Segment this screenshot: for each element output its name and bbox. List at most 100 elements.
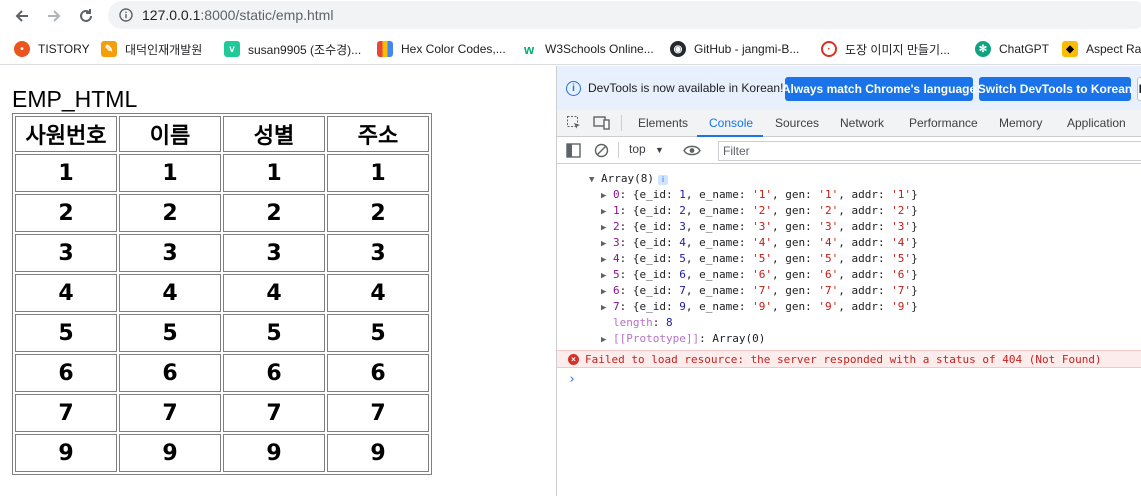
- console-array-item[interactable]: ▶ 4: {e_id: 5, e_name: '5', gen: '5', add…: [601, 252, 918, 268]
- bookmark-stamp[interactable]: · 도장 이미지 만들기...: [821, 40, 950, 58]
- item-eid: 5: [679, 252, 686, 265]
- employee-table: 사원번호 이름 성별 주소 1111 2222 3333 4444 5555 6…: [12, 113, 432, 475]
- item-addr: '7': [891, 284, 912, 297]
- expand-right-icon: ▶: [601, 191, 607, 201]
- table-cell: 2: [327, 194, 429, 232]
- bookmark-w3schools[interactable]: w W3Schools Online...: [521, 40, 654, 58]
- tab-memory[interactable]: Memory: [999, 116, 1042, 130]
- console-array-item[interactable]: ▶ 5: {e_id: 6, e_name: '6', gen: '6', add…: [601, 268, 918, 284]
- tab-sources[interactable]: Sources: [775, 116, 819, 130]
- tab-elements[interactable]: Elements: [638, 116, 688, 130]
- table-cell: 3: [15, 234, 117, 272]
- context-selector[interactable]: top ▼: [629, 142, 664, 156]
- eye-icon[interactable]: [683, 144, 701, 157]
- url-field[interactable]: 127.0.0.1:8000/static/emp.html: [108, 1, 1141, 29]
- item-ename: '2': [752, 204, 772, 217]
- item-addr: '4': [891, 236, 912, 249]
- console-array-header[interactable]: ▼ Array(8) i: [589, 172, 668, 188]
- info-badge-icon[interactable]: i: [657, 175, 668, 185]
- expand-right-icon: ▶: [601, 303, 607, 313]
- device-toolbar-icon[interactable]: [593, 115, 611, 131]
- chatgpt-icon: ✻: [975, 41, 991, 57]
- info-circle-icon[interactable]: [119, 8, 133, 22]
- expand-down-icon[interactable]: ▼: [589, 175, 601, 185]
- console-filter-input[interactable]: Filter: [718, 141, 1141, 161]
- sidebar-toggle-icon[interactable]: [566, 143, 581, 158]
- error-icon: ×: [568, 354, 579, 365]
- bookmark-label: Hex Color Codes,...: [401, 42, 506, 56]
- tab-console[interactable]: Console: [709, 116, 753, 130]
- item-gen: '3': [818, 220, 839, 233]
- bookmark-label: 대덕인재개발원: [125, 42, 203, 57]
- item-eid: 1: [679, 188, 686, 201]
- ddit-icon: ✎: [101, 41, 117, 57]
- w3schools-icon: w: [521, 41, 537, 57]
- clear-console-icon[interactable]: [594, 143, 609, 158]
- header-name: 이름: [119, 116, 221, 152]
- table-row: 5555: [15, 314, 429, 352]
- bookmark-aspect[interactable]: ◆ Aspect Ra: [1062, 40, 1141, 58]
- console-array-item[interactable]: ▶ 7: {e_id: 9, e_name: '9', gen: '9', add…: [601, 300, 918, 316]
- aspect-icon: ◆: [1062, 41, 1078, 57]
- console-array-item[interactable]: ▶ 2: {e_id: 3, e_name: '3', gen: '3', add…: [601, 220, 918, 236]
- table-cell: 4: [327, 274, 429, 312]
- url-path: :8000/static/emp.html: [200, 7, 334, 23]
- item-index: 7: [613, 300, 620, 313]
- console-length-row: length: 8: [613, 316, 673, 329]
- item-gen: '2': [818, 204, 839, 217]
- tab-application[interactable]: Application: [1067, 116, 1126, 130]
- reload-button[interactable]: [74, 4, 98, 28]
- console-array-item[interactable]: ▶ 0: {e_id: 1, e_name: '1', gen: '1', add…: [601, 188, 918, 204]
- inspect-element-icon[interactable]: [566, 115, 582, 131]
- header-address: 주소: [327, 116, 429, 152]
- table-row: 6666: [15, 354, 429, 392]
- console-output: ▼ Array(8) i ▶ 0: {e_id: 1, e_name: '1', ge…: [557, 164, 1141, 496]
- item-gen: '4': [818, 236, 839, 249]
- bookmark-ddit[interactable]: ✎ 대덕인재개발원: [101, 40, 202, 58]
- table-cell: 1: [15, 154, 117, 192]
- table-cell: 9: [15, 434, 117, 472]
- expand-right-icon: ▶: [601, 271, 607, 281]
- github-icon: ◉: [670, 41, 686, 57]
- bookmark-github[interactable]: ◉ GitHub - jangmi-B...: [670, 40, 799, 58]
- table-row: 1111: [15, 154, 429, 192]
- bookmark-label: TISTORY: [38, 42, 90, 56]
- always-match-language-button[interactable]: Always match Chrome's language: [782, 77, 976, 101]
- console-prompt-chevron-icon[interactable]: ›: [568, 372, 576, 387]
- switch-devtools-korean-button[interactable]: Switch DevTools to Korean: [978, 77, 1132, 101]
- bookmark-chatgpt[interactable]: ✻ ChatGPT: [975, 40, 1049, 58]
- table-cell: 3: [119, 234, 221, 272]
- item-addr: '6': [891, 268, 912, 281]
- header-gender: 성별: [223, 116, 325, 152]
- back-button[interactable]: [10, 4, 34, 28]
- tab-performance[interactable]: Performance: [909, 116, 978, 130]
- table-cell: 3: [327, 234, 429, 272]
- dont-show-again-button[interactable]: D: [1137, 77, 1141, 101]
- forward-button[interactable]: [42, 4, 66, 28]
- bookmark-label: susan9905 (조수경)...: [248, 42, 362, 57]
- item-index: 0: [613, 188, 620, 201]
- console-array-item[interactable]: ▶ 1: {e_id: 2, e_name: '2', gen: '2', add…: [601, 204, 918, 220]
- arrow-left-icon: [15, 10, 28, 22]
- bookmark-hexcolor[interactable]: Hex Color Codes,...: [377, 40, 506, 58]
- page-title: EMP_HTML: [12, 86, 138, 112]
- table-cell: 6: [119, 354, 221, 392]
- context-label: top: [629, 142, 646, 156]
- table-cell: 7: [223, 394, 325, 432]
- bookmark-velog[interactable]: v susan9905 (조수경)...: [224, 40, 361, 58]
- console-array-item[interactable]: ▶ 3: {e_id: 4, e_name: '4', gen: '4', add…: [601, 236, 918, 252]
- console-error-row[interactable]: × Failed to load resource: the server re…: [557, 350, 1141, 368]
- console-array-item[interactable]: ▶ 6: {e_id: 7, e_name: '7', gen: '7', add…: [601, 284, 918, 300]
- console-prototype-row[interactable]: ▶ [[Prototype]]: Array(0): [601, 332, 765, 348]
- item-gen: '5': [818, 252, 839, 265]
- bookmark-label: 도장 이미지 만들기...: [845, 42, 950, 57]
- reload-icon: [80, 9, 92, 22]
- item-eid: 4: [679, 236, 686, 249]
- expand-right-icon: ▶: [601, 239, 607, 249]
- table-row: 7777: [15, 394, 429, 432]
- item-gen: '1': [818, 188, 839, 201]
- tab-network[interactable]: Network: [840, 116, 884, 130]
- bookmark-tistory[interactable]: • TISTORY: [14, 40, 90, 58]
- table-cell: 9: [327, 434, 429, 472]
- table-cell: 6: [223, 354, 325, 392]
